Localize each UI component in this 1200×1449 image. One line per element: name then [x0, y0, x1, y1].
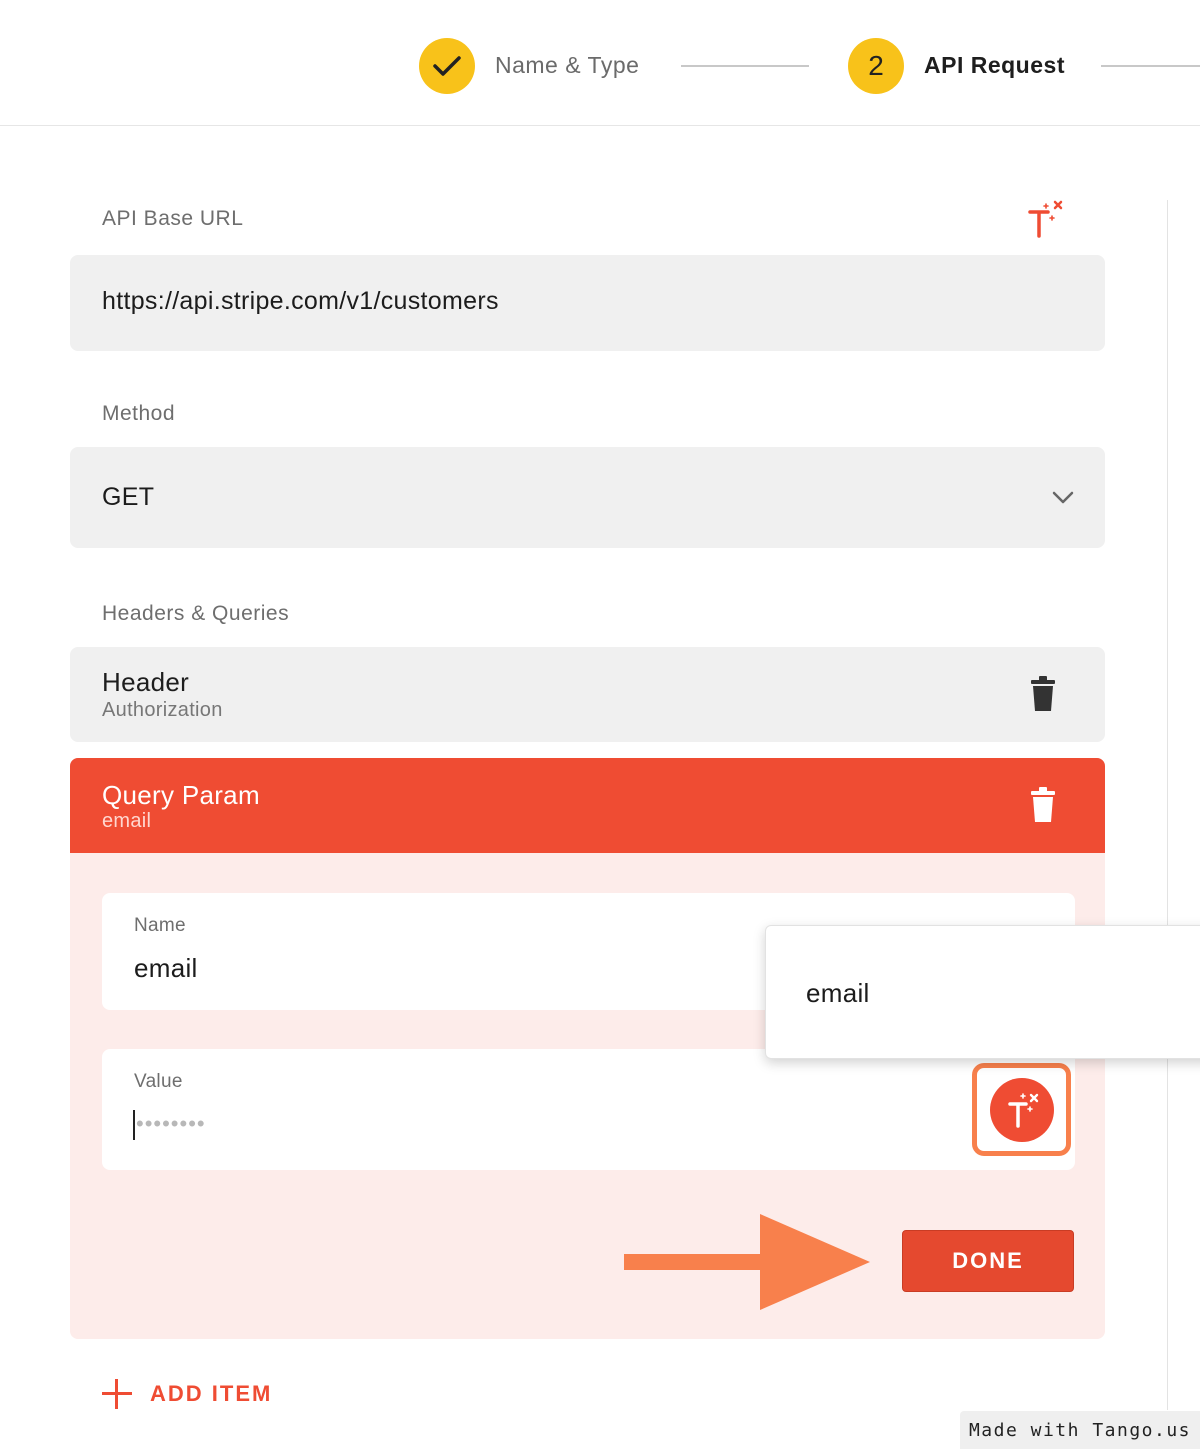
- chevron-down-icon: [1052, 491, 1074, 504]
- trash-icon[interactable]: [1029, 787, 1057, 823]
- base-url-input[interactable]: https://api.stripe.com/v1/customers: [70, 255, 1105, 351]
- query-param-type: Query Param: [102, 780, 260, 810]
- tango-insert-highlight[interactable]: [972, 1063, 1071, 1156]
- tango-magic-icon[interactable]: [1022, 198, 1066, 242]
- step-connector: [1101, 65, 1200, 67]
- arrow-right-icon: [624, 1214, 870, 1310]
- step-1-complete-badge[interactable]: [419, 38, 475, 94]
- step-2-number-badge[interactable]: 2: [848, 38, 904, 94]
- plus-icon: [102, 1379, 132, 1409]
- method-label: Method: [102, 402, 176, 425]
- tango-magic-icon: [1007, 1092, 1038, 1128]
- base-url-value: https://api.stripe.com/v1/customers: [102, 287, 499, 315]
- step-1-label[interactable]: Name & Type: [495, 52, 639, 79]
- base-url-label: API Base URL: [102, 207, 244, 230]
- query-value-masked: ••••••••: [136, 1111, 206, 1136]
- text-cursor: [133, 1110, 135, 1140]
- header-item-type: Header: [102, 667, 190, 697]
- query-value-label: Value: [134, 1071, 183, 1092]
- query-value-field[interactable]: Value ••••••••: [102, 1049, 1075, 1170]
- done-button[interactable]: DONE: [902, 1230, 1074, 1292]
- method-select[interactable]: GET: [70, 447, 1105, 548]
- query-name-label: Name: [134, 915, 186, 936]
- header-item[interactable]: Header Authorization: [70, 647, 1105, 742]
- headers-queries-label: Headers & Queries: [102, 602, 290, 625]
- method-value: GET: [102, 483, 155, 511]
- side-divider: [1167, 200, 1168, 1410]
- check-icon: [433, 56, 461, 76]
- suggestion-option[interactable]: email: [806, 978, 870, 1009]
- query-name-value: email: [134, 953, 198, 983]
- add-item-label: ADD ITEM: [150, 1381, 273, 1406]
- query-param-header[interactable]: Query Param email: [70, 758, 1105, 853]
- trash-icon[interactable]: [1029, 676, 1057, 712]
- variable-suggestion-dropdown: email: [765, 925, 1200, 1059]
- step-connector: [681, 65, 809, 67]
- query-param-name: email: [102, 810, 152, 832]
- header-item-name: Authorization: [102, 699, 223, 721]
- step-2-label[interactable]: API Request: [924, 52, 1065, 79]
- stepper: Name & Type 2 API Request: [0, 0, 1200, 126]
- add-item-button[interactable]: ADD ITEM: [102, 1376, 272, 1412]
- tango-insert-button[interactable]: [989, 1077, 1054, 1142]
- tango-watermark: Made with Tango.us: [960, 1411, 1200, 1449]
